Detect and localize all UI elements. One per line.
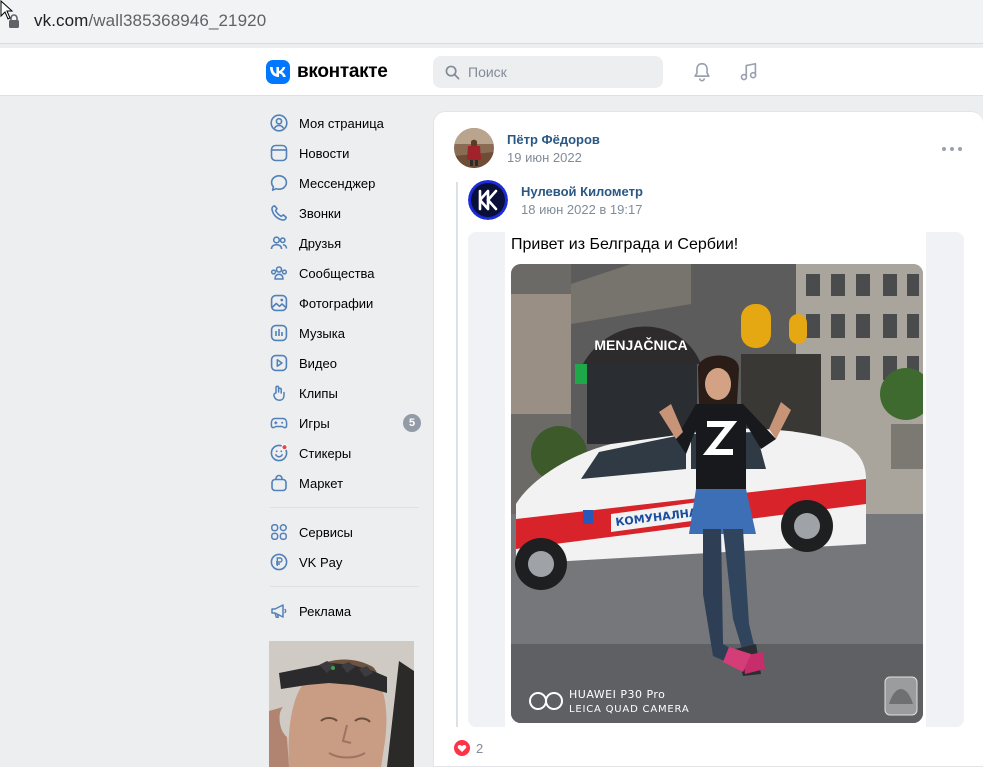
nav-item-photos[interactable]: Фотографии bbox=[264, 288, 424, 318]
vk-logo-text: вконтакте bbox=[297, 61, 388, 82]
menjacnica-sign-text: MENJAČNICA bbox=[594, 336, 687, 353]
like-button[interactable]: 2 bbox=[454, 740, 483, 756]
post-text: Привет из Белграда и Сербии! bbox=[511, 236, 739, 253]
nav-divider bbox=[270, 507, 419, 508]
post-more-button[interactable] bbox=[942, 140, 962, 158]
stickers-icon bbox=[270, 444, 288, 462]
repost-bar bbox=[456, 182, 458, 727]
profile-icon bbox=[270, 114, 288, 132]
clips-icon bbox=[270, 384, 288, 402]
nav-item-label: Фотографии bbox=[299, 295, 374, 311]
nav-item-label: Игры bbox=[299, 415, 330, 431]
nav-item-market[interactable]: Маркет bbox=[264, 468, 424, 498]
repost-avatar[interactable] bbox=[468, 180, 508, 220]
post-card: Пётр Фёдоров 19 июн 2022 Нулевой Километ… bbox=[433, 111, 983, 767]
nav-item-friends[interactable]: Друзья bbox=[264, 228, 424, 258]
communities-icon bbox=[270, 264, 288, 282]
ad-image[interactable] bbox=[269, 641, 414, 767]
nav-divider bbox=[270, 586, 419, 587]
nav-item-label: Мессенджер bbox=[299, 175, 376, 191]
nav-item-label: VK Pay bbox=[299, 554, 343, 570]
nav-item-label: Видео bbox=[299, 355, 337, 371]
nav-item-label: Друзья bbox=[299, 235, 342, 251]
more-dot bbox=[958, 147, 962, 151]
browser-url-bar[interactable]: vk.com/wall385368946_21920 bbox=[0, 0, 983, 44]
search-box[interactable] bbox=[433, 56, 663, 88]
nav-item-label: Новости bbox=[299, 145, 350, 161]
author-avatar[interactable] bbox=[454, 128, 494, 168]
repost-date[interactable]: 18 июн 2022 в 19:17 bbox=[521, 202, 642, 217]
url-path: /wall385368946_21920 bbox=[88, 11, 267, 30]
vk-header: вконтакте bbox=[0, 48, 983, 96]
more-dot bbox=[942, 147, 946, 151]
nav-item-label: Реклама bbox=[299, 603, 352, 619]
nav-item-stickers[interactable]: Стикеры bbox=[264, 438, 424, 468]
nav-item-music[interactable]: Музыка bbox=[264, 318, 424, 348]
post-date[interactable]: 19 июн 2022 bbox=[507, 150, 582, 165]
nav-item-label: Звонки bbox=[299, 205, 341, 221]
nav-item-messenger[interactable]: Мессенджер bbox=[264, 168, 424, 198]
messenger-icon bbox=[270, 174, 288, 192]
url-domain: vk.com bbox=[34, 11, 89, 30]
like-count: 2 bbox=[476, 740, 484, 756]
nav-item-label: Музыка bbox=[299, 325, 345, 341]
phone-icon bbox=[270, 204, 288, 222]
photos-icon bbox=[270, 294, 288, 312]
news-icon bbox=[270, 144, 288, 162]
friends-icon bbox=[270, 234, 288, 252]
nav-item-label: Маркет bbox=[299, 475, 344, 491]
games-icon bbox=[270, 414, 288, 432]
search-input[interactable] bbox=[468, 64, 648, 80]
megaphone-icon bbox=[270, 602, 288, 620]
nav-item-services[interactable]: Сервисы bbox=[264, 517, 424, 547]
vkpay-icon bbox=[270, 553, 288, 571]
services-icon bbox=[270, 523, 288, 541]
search-icon bbox=[445, 65, 460, 79]
bell-icon[interactable] bbox=[690, 60, 714, 84]
watermark-line1: HUAWEI P30 Pro bbox=[569, 688, 665, 701]
music-icon bbox=[270, 324, 288, 342]
video-icon bbox=[270, 354, 288, 372]
mouse-cursor-icon bbox=[0, 0, 14, 20]
post-author-name[interactable]: Пётр Фёдоров bbox=[507, 132, 600, 147]
nav-item-label: Моя страница bbox=[299, 115, 384, 131]
market-icon bbox=[270, 474, 288, 492]
music-icon[interactable] bbox=[737, 60, 761, 84]
nav-item-label: Стикеры bbox=[299, 445, 352, 461]
nav-item-video[interactable]: Видео bbox=[264, 348, 424, 378]
nav-item-label: Сервисы bbox=[299, 524, 353, 540]
more-dot bbox=[950, 147, 954, 151]
nav-item-communities[interactable]: Сообщества bbox=[264, 258, 424, 288]
vk-logo[interactable]: вконтакте bbox=[266, 60, 388, 84]
url-text[interactable]: vk.com/wall385368946_21920 bbox=[34, 11, 266, 31]
nav-item-label: Сообщества bbox=[299, 265, 375, 281]
nav-item-clips[interactable]: Клипы bbox=[264, 378, 424, 408]
nav-item-my-page[interactable]: Моя страница bbox=[264, 108, 424, 138]
nav-item-ads[interactable]: Реклама bbox=[264, 596, 424, 626]
vk-logo-icon bbox=[266, 60, 290, 84]
nav-item-vkpay[interactable]: VK Pay bbox=[264, 547, 424, 577]
nav-item-calls[interactable]: Звонки bbox=[264, 198, 424, 228]
watermark-line2: LEICA QUAD CAMERA bbox=[569, 704, 690, 715]
left-nav: Моя страница Новости Мессенджер Звонки Д… bbox=[264, 108, 424, 626]
repost-author-name[interactable]: Нулевой Километр bbox=[521, 184, 643, 199]
post-photo[interactable]: MENJAČNICA КОМУНАЛНА HUAWEI P30 Pro LEIC… bbox=[511, 264, 923, 723]
nav-item-label: Клипы bbox=[299, 385, 338, 401]
nav-item-games[interactable]: Игры 5 bbox=[264, 408, 424, 438]
heart-icon bbox=[454, 740, 470, 756]
nav-item-news[interactable]: Новости bbox=[264, 138, 424, 168]
games-count-badge: 5 bbox=[403, 414, 421, 432]
